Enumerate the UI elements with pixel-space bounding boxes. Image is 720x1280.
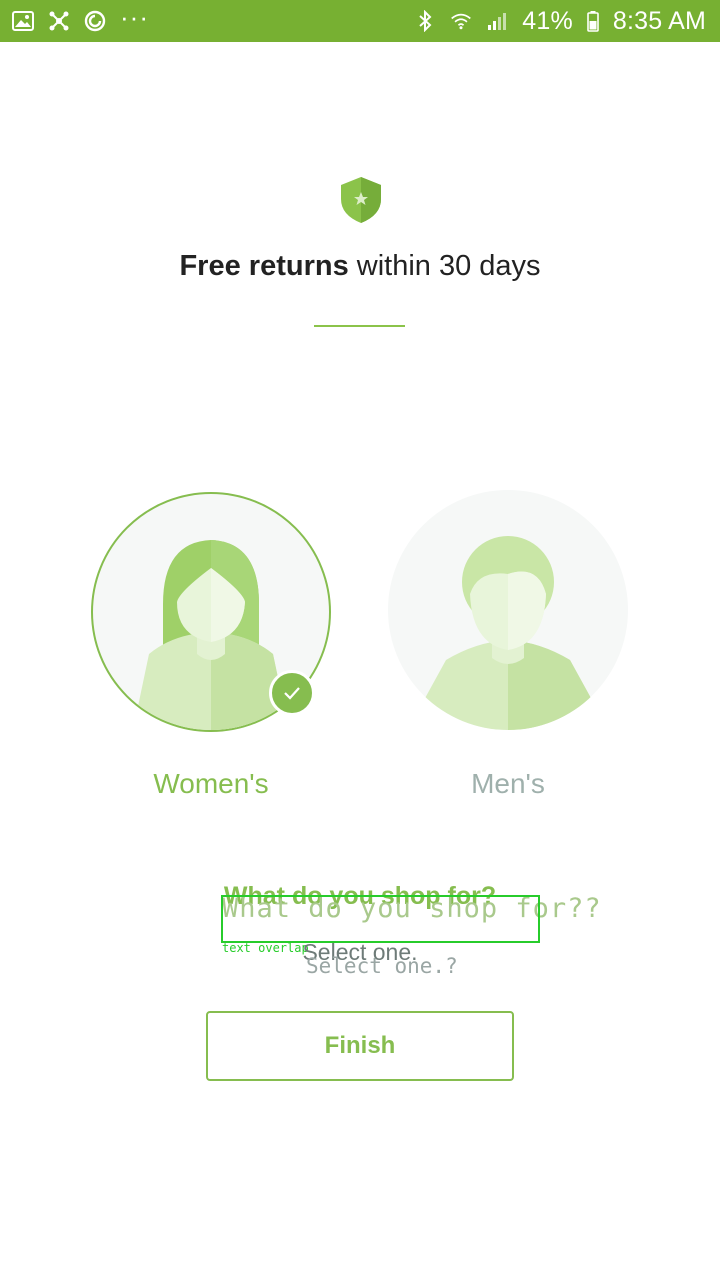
- overlap-highlight-box: [221, 895, 540, 943]
- shield-star-icon: [338, 175, 384, 225]
- clock: 8:35 AM: [612, 6, 706, 35]
- mens-option[interactable]: [388, 490, 628, 730]
- wifi-icon: [450, 10, 472, 32]
- headline-bold: Free returns: [179, 250, 349, 282]
- divider: [314, 325, 405, 327]
- womens-label[interactable]: Women's: [91, 768, 331, 800]
- mens-label[interactable]: Men's: [388, 768, 628, 800]
- man-avatar-icon: [424, 536, 592, 730]
- status-bar-left: ···: [12, 4, 149, 32]
- sync-icon: [84, 10, 106, 32]
- free-returns-headline: Free returns within 30 days: [0, 250, 720, 283]
- gallery-icon: [12, 10, 34, 32]
- connect-icon: [48, 10, 70, 32]
- headline-rest: within 30 days: [348, 250, 541, 282]
- status-bar-right: 41% 8:35 AM: [414, 7, 706, 36]
- bluetooth-icon: [414, 10, 436, 32]
- finish-button[interactable]: Finish: [206, 1011, 514, 1081]
- battery-icon: [587, 10, 599, 32]
- more-dots-icon: ···: [120, 2, 149, 32]
- status-bar: ··· 41% 8:35 AM: [0, 0, 720, 42]
- battery-percent: 41%: [522, 6, 573, 35]
- signal-icon: [486, 10, 508, 32]
- subtitle-overlay-text: Select one.?: [306, 954, 458, 978]
- selected-check-icon: [269, 670, 315, 716]
